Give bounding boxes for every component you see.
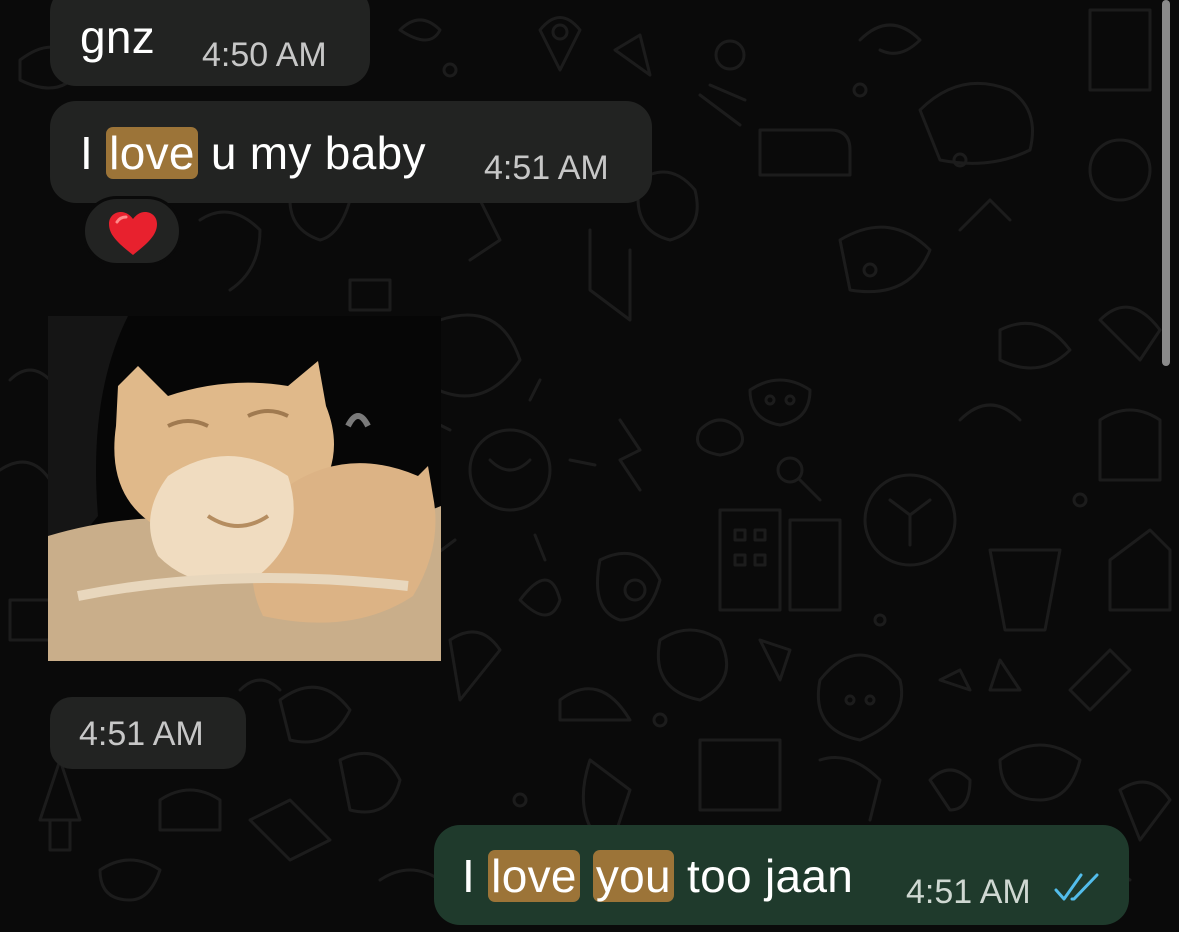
scrollbar[interactable]	[1162, 0, 1170, 366]
search-highlight: you	[592, 850, 674, 902]
message-timestamp: 4:50 AM	[202, 36, 327, 74]
message-text: I love u my baby	[80, 126, 426, 180]
search-highlight: love	[488, 850, 580, 902]
message-text-part	[580, 850, 593, 902]
message-text-part: too jaan	[673, 850, 854, 902]
message-bubble-incoming[interactable]: I love u my baby 4:51 AM	[50, 101, 652, 203]
message-timestamp: 4:51 AM	[906, 873, 1031, 911]
message-bubble-outgoing[interactable]: I love you too jaan 4:51 AM	[434, 825, 1129, 925]
message-text: I love you too jaan	[462, 849, 853, 903]
message-text-part: I	[462, 850, 489, 902]
message-bubble-incoming[interactable]: gnz 4:50 AM	[50, 0, 370, 86]
chat-view[interactable]: gnz 4:50 AM I love u my baby 4:51 AM 4:5	[0, 0, 1179, 932]
message-reaction[interactable]	[82, 196, 182, 266]
message-text-part: I	[80, 127, 107, 179]
message-text-part: u my baby	[197, 127, 426, 179]
message-timestamp: 4:51 AM	[484, 149, 609, 187]
gif-message-cats[interactable]	[48, 316, 441, 661]
cats-cuddling-image	[48, 316, 441, 661]
message-text: gnz	[80, 11, 156, 63]
red-heart-reaction-icon	[109, 212, 157, 255]
double-check-read-icon	[1054, 873, 1099, 901]
search-highlight: love	[106, 127, 198, 179]
message-timestamp: 4:51 AM	[79, 715, 204, 753]
media-timestamp-bubble: 4:51 AM	[50, 697, 246, 769]
